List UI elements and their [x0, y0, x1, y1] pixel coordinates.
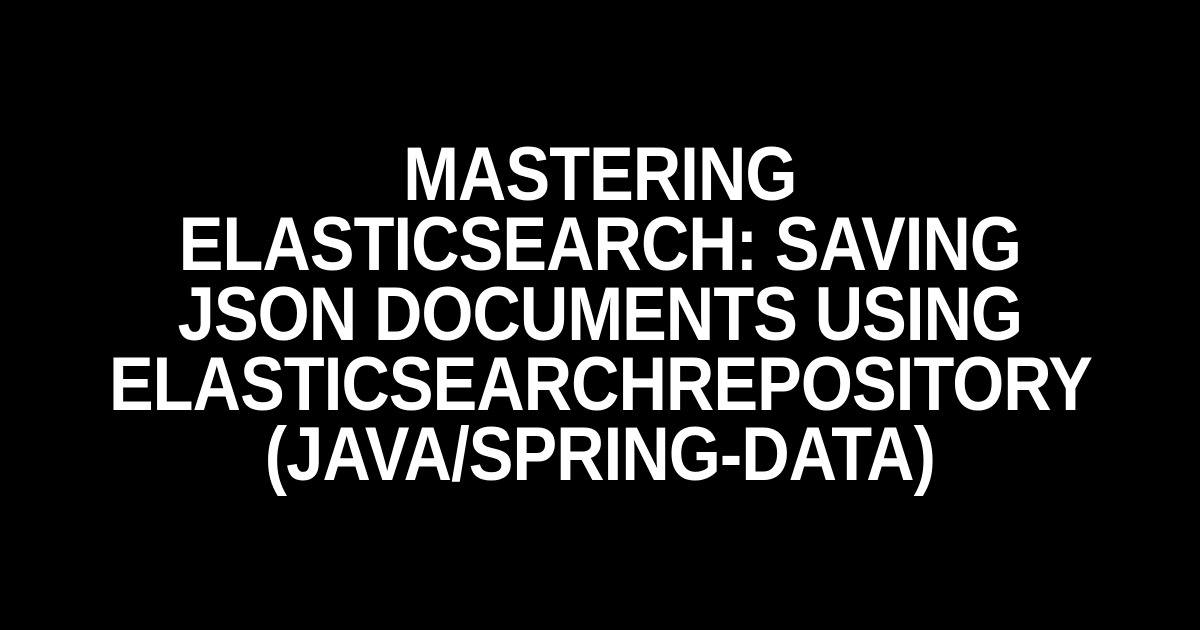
page-title: Mastering Elasticsearch: Saving JSON Doc… [56, 140, 1143, 490]
